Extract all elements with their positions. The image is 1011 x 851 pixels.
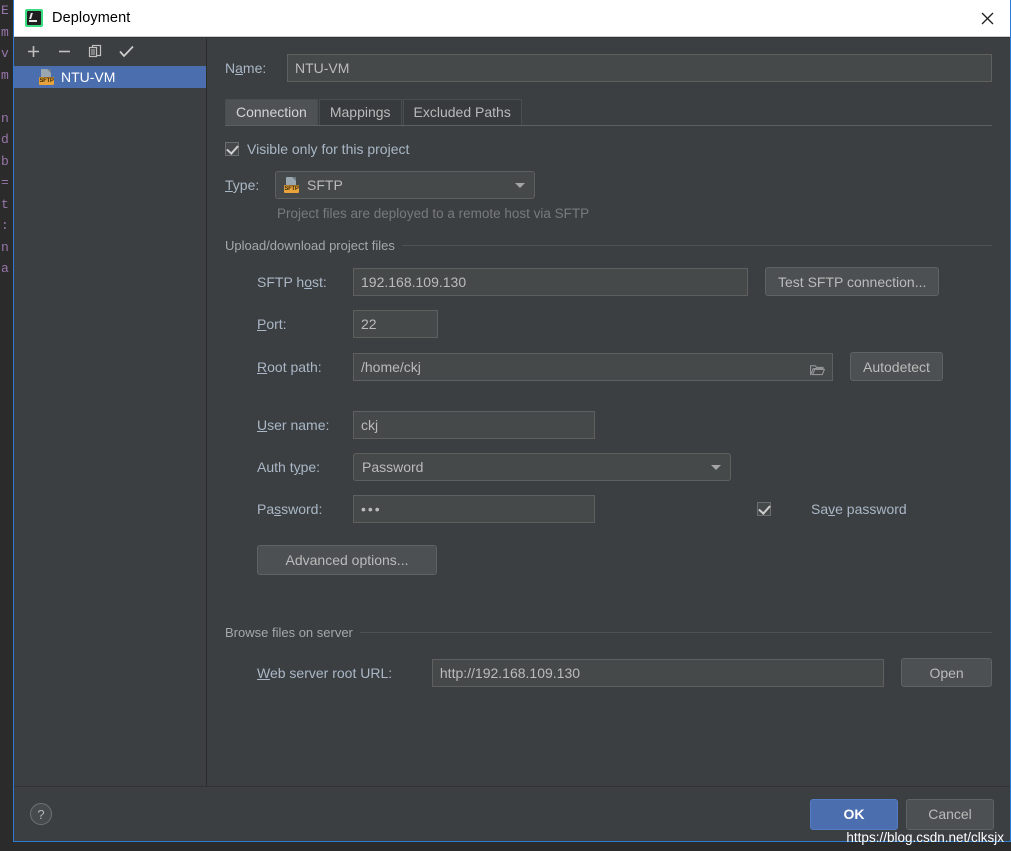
sftp-host-input[interactable]: 192.168.109.130 (353, 267, 748, 296)
port-label: Port: (257, 316, 287, 332)
dialog-titlebar: Deployment (14, 0, 1010, 37)
server-list-item-label: NTU-VM (61, 69, 116, 85)
ok-button[interactable]: OK (810, 798, 898, 830)
save-password-label: Save password (811, 501, 907, 517)
test-sftp-connection-button[interactable]: Test SFTP connection... (765, 267, 940, 296)
form-tabs: Connection Mappings Excluded Paths (225, 99, 992, 126)
use-as-default-icon[interactable] (118, 43, 135, 60)
root-path-row: Root path: /home/ckj Autodetect (225, 352, 992, 381)
sftp-type-badge-label: SFTP (284, 185, 299, 193)
visible-only-checkbox[interactable] (225, 142, 239, 156)
tab-connection[interactable]: Connection (225, 99, 318, 125)
port-row: Port: 22 (225, 310, 992, 338)
chevron-down-icon (515, 183, 525, 188)
copy-server-icon[interactable] (87, 43, 104, 60)
name-label: Name: (225, 60, 267, 76)
close-icon[interactable] (964, 0, 1010, 36)
visible-only-label: Visible only for this project (247, 141, 410, 157)
type-select[interactable]: SFTP SFTP (275, 171, 535, 199)
password-row: Password: ••• Save password (225, 495, 992, 523)
tab-content-connection: Visible only for this project Type: SFTP… (207, 126, 1010, 786)
chevron-down-icon-auth (711, 465, 721, 470)
editor-gutter-text: E m v m n d b = t : n a (1, 3, 9, 276)
remove-server-icon[interactable] (56, 43, 73, 60)
web-url-row: Web server root URL: http://192.168.109.… (225, 658, 992, 687)
root-path-label: Root path: (257, 358, 322, 375)
sftp-server-icon: SFTP (39, 69, 55, 85)
sftp-host-row: SFTP host: 192.168.109.130 Test SFTP con… (225, 267, 992, 296)
dialog-footer: ? OK Cancel https://blog.csdn.net/clksjx (14, 786, 1010, 845)
auth-type-value: Password (362, 459, 424, 475)
root-path-value: /home/ckj (361, 358, 421, 375)
user-name-label: User name: (257, 417, 330, 433)
visible-only-row: Visible only for this project (225, 141, 992, 157)
name-row: Name: NTU-VM (207, 38, 1010, 82)
auth-type-select[interactable]: Password (353, 453, 731, 481)
add-server-icon[interactable] (25, 43, 42, 60)
web-url-label: Web server root URL: (257, 664, 393, 681)
group-divider (401, 245, 992, 246)
advanced-options-button[interactable]: Advanced options... (257, 545, 437, 575)
folder-browse-icon[interactable] (810, 361, 826, 375)
deployment-dialog: Deployment SFTP NTU-VM Name: NTU-VM Conn… (13, 0, 1011, 845)
autodetect-button[interactable]: Autodetect (850, 352, 943, 381)
port-input[interactable]: 22 (353, 310, 438, 338)
browse-group-title: Browse files on server (225, 625, 353, 640)
name-input[interactable]: NTU-VM (287, 54, 992, 82)
sftp-host-label: SFTP host: (257, 273, 327, 290)
type-row: Type: SFTP SFTP (225, 171, 992, 199)
save-password-checkbox[interactable] (757, 502, 771, 516)
open-url-button[interactable]: Open (901, 658, 992, 687)
save-password-row: Save password (757, 501, 907, 517)
tab-mappings[interactable]: Mappings (318, 99, 402, 125)
server-list[interactable]: SFTP NTU-VM (14, 65, 206, 786)
tab-excluded-paths[interactable]: Excluded Paths (402, 99, 522, 125)
footer-actions: OK Cancel (810, 798, 994, 830)
deployment-form-panel: Name: NTU-VM Connection Mappings Exclude… (207, 38, 1010, 786)
help-button[interactable]: ? (30, 803, 52, 825)
web-url-input[interactable]: http://192.168.109.130 (431, 658, 885, 687)
root-path-input[interactable]: /home/ckj (353, 352, 833, 381)
auth-type-label: Auth type: (257, 459, 321, 475)
sftp-type-icon: SFTP (284, 177, 300, 193)
upload-group-header: Upload/download project files (225, 238, 992, 253)
cancel-button[interactable]: Cancel (906, 798, 994, 830)
group-divider-browse (359, 632, 992, 633)
browse-group-header: Browse files on server (225, 625, 992, 640)
upload-group-title: Upload/download project files (225, 238, 395, 253)
advanced-options-row: Advanced options... (225, 545, 992, 575)
type-hint-text: Project files are deployed to a remote h… (277, 206, 590, 221)
user-name-input[interactable]: ckj (353, 411, 595, 439)
dialog-title: Deployment (52, 10, 131, 26)
server-list-item-ntu-vm[interactable]: SFTP NTU-VM (14, 66, 206, 88)
server-list-panel: SFTP NTU-VM (14, 38, 207, 786)
sftp-badge-label: SFTP (39, 77, 54, 85)
password-input[interactable]: ••• (353, 495, 595, 523)
password-label: Password: (257, 501, 323, 517)
user-name-row: User name: ckj (225, 411, 992, 439)
type-select-value: SFTP (307, 177, 343, 193)
server-list-toolbar (14, 38, 206, 65)
pycharm-icon (25, 9, 43, 27)
type-label: Type: (225, 177, 260, 193)
auth-type-row: Auth type: Password (225, 453, 992, 481)
dialog-body: SFTP NTU-VM Name: NTU-VM Connection Mapp… (14, 37, 1010, 786)
